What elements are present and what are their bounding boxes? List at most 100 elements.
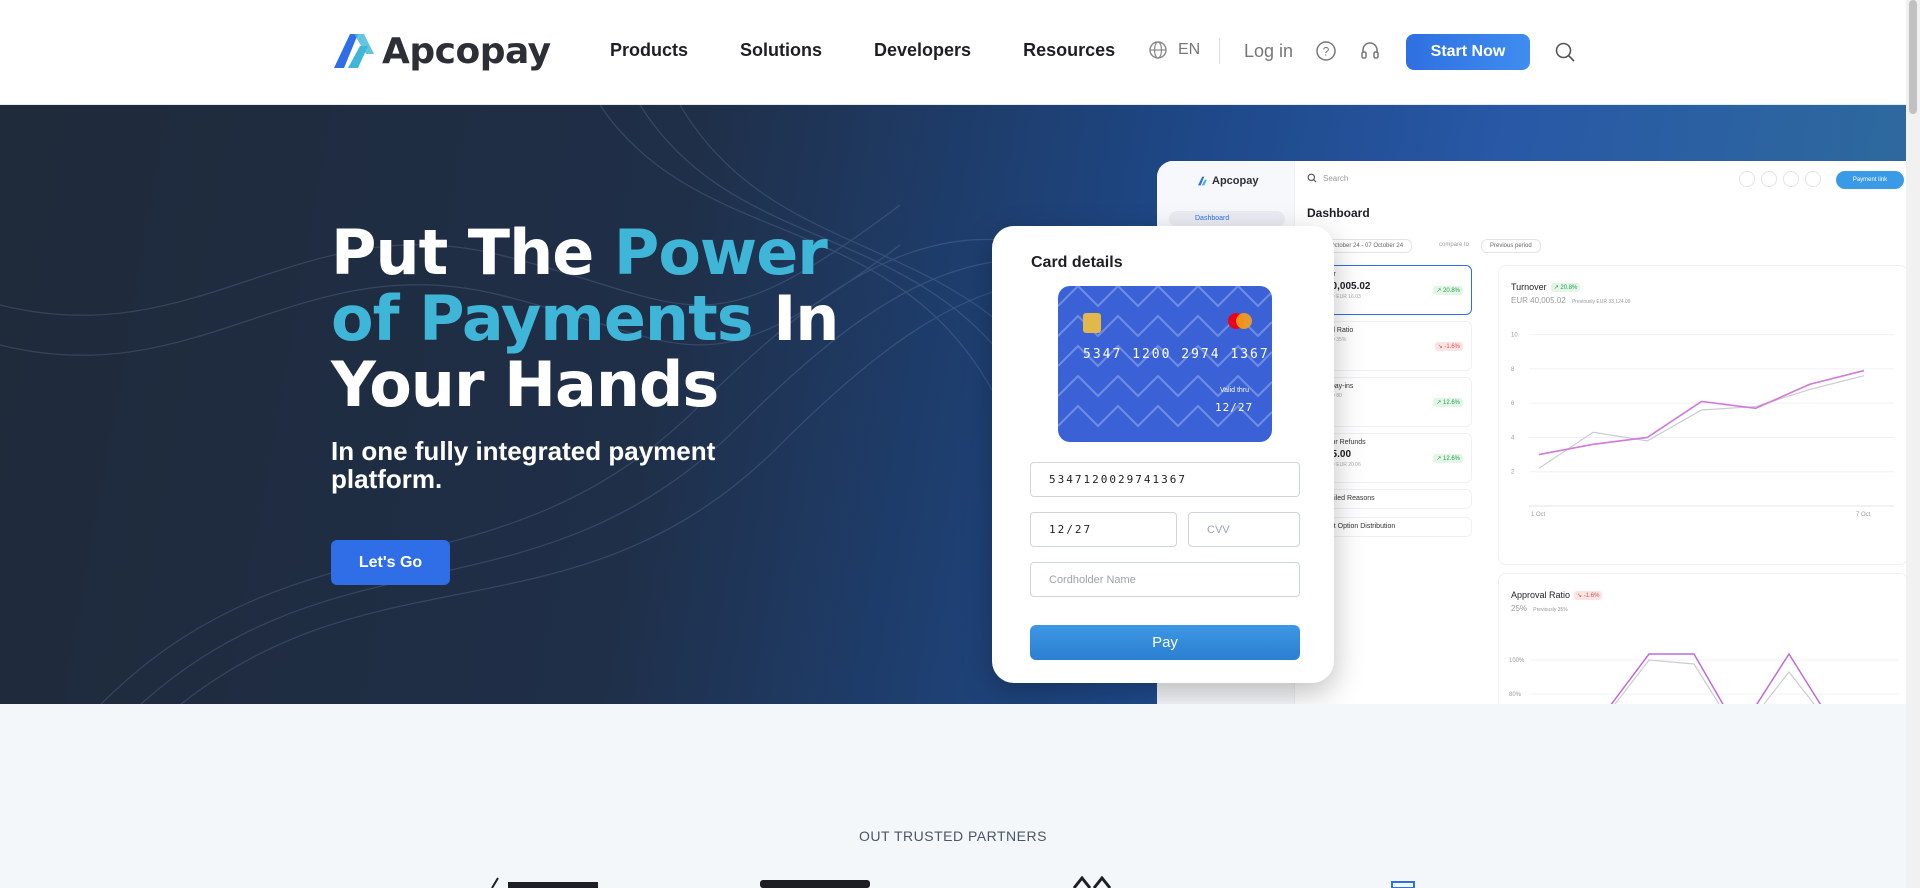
turnover-previous: Previously EUR 33,124.09 bbox=[1571, 299, 1631, 305]
card-details-panel: Card details 5347 1200 2974 1367 Valid t… bbox=[992, 226, 1334, 683]
partner-logos-strip bbox=[491, 875, 1415, 888]
notification-icon bbox=[1761, 171, 1777, 187]
nav-solutions[interactable]: Solutions bbox=[740, 40, 822, 61]
dashboard-brand: Apcopay bbox=[1212, 175, 1259, 187]
metric-badge: ↗ 12.6% bbox=[1433, 398, 1463, 407]
language-code: EN bbox=[1178, 41, 1201, 58]
metric-badge: ↗ 20.8% bbox=[1433, 286, 1463, 295]
approval-chart: 100% 80% bbox=[1509, 652, 1899, 704]
cvv-field[interactable]: CVV bbox=[1188, 512, 1300, 547]
card-number-display: 5347 1200 2974 1367 bbox=[1083, 347, 1270, 362]
metric-badge: ↘ -1.6% bbox=[1434, 342, 1463, 351]
metric-label: s or Refunds bbox=[1326, 439, 1366, 446]
approval-value: 25% Previously 35% bbox=[1511, 604, 1568, 613]
dashboard-nav-item: Dashboard bbox=[1169, 211, 1285, 227]
approval-amount: 25% bbox=[1511, 604, 1528, 613]
partner-logo bbox=[491, 877, 499, 888]
metric-refunds: s or Refunds 35.00 usly EUR 20.06 ↗ 12.6… bbox=[1317, 433, 1472, 483]
dashboard-search: Search bbox=[1307, 173, 1348, 183]
card-number-field[interactable]: 5347120029741367 bbox=[1030, 462, 1300, 497]
metric-approval: val Ratio usly 35% ↘ -1.6% bbox=[1317, 321, 1472, 371]
globe-icon bbox=[1149, 41, 1167, 59]
turnover-y-tick: 10 bbox=[1511, 333, 1518, 339]
turnover-amount: EUR 40,005.02 bbox=[1511, 296, 1566, 305]
user-icon bbox=[1805, 171, 1821, 187]
approval-tick-80: 80% bbox=[1509, 692, 1522, 698]
cardholder-name-field[interactable]: Cordholder Name bbox=[1030, 562, 1300, 597]
compare-label: compare to bbox=[1439, 242, 1470, 248]
lets-go-button[interactable]: Let's Go bbox=[331, 540, 450, 585]
dashboard-logo: Apcopay bbox=[1197, 175, 1258, 187]
dashboard-toolbar-icons bbox=[1739, 171, 1821, 187]
site-header: Apcopay Products Solutions Developers Re… bbox=[0, 0, 1906, 105]
date-range: October 24 - 07 October 24 bbox=[1321, 239, 1413, 253]
page-scrollbar[interactable] bbox=[1906, 0, 1920, 888]
partner-logo bbox=[1391, 881, 1415, 888]
turnover-y-tick: 2 bbox=[1511, 470, 1515, 476]
search-icon[interactable] bbox=[1554, 41, 1576, 63]
metric-badge: ↗ 12.6% bbox=[1433, 454, 1463, 463]
approval-panel: Approval Ratio ↘ -1.6% 25% Previously 35… bbox=[1498, 573, 1906, 704]
card-pattern bbox=[1058, 286, 1272, 428]
period-select: Previous period bbox=[1481, 239, 1541, 253]
credit-card-preview: 5347 1200 2974 1367 Valid thru 12/27 bbox=[1058, 286, 1272, 442]
card-details-title: Card details bbox=[1031, 254, 1123, 271]
metric-label: ver bbox=[1326, 271, 1463, 278]
payment-link-button: Payment link bbox=[1836, 171, 1904, 189]
turnover-y-tick: 4 bbox=[1511, 435, 1515, 441]
turnover-y-tick: 6 bbox=[1511, 401, 1515, 407]
hero-subtitle: In one fully integrated payment platform… bbox=[331, 436, 716, 494]
card-chip-icon bbox=[1083, 313, 1101, 333]
partner-logo bbox=[1072, 875, 1112, 888]
nav-developers[interactable]: Developers bbox=[874, 40, 971, 61]
dashboard-title: Dashboard bbox=[1307, 206, 1370, 220]
settings-icon bbox=[1783, 171, 1799, 187]
header-divider bbox=[1219, 38, 1220, 64]
turnover-x-tick: 7 Oct bbox=[1856, 512, 1871, 518]
metric-turnover: ver 40,005.02 usly EUR 16.03 ↗ 20.8% bbox=[1317, 265, 1472, 315]
valid-thru-label: Valid thru bbox=[1220, 387, 1250, 394]
hero-title: Put The Power of Payments In Your Hands bbox=[331, 220, 891, 418]
help-icon[interactable]: ? bbox=[1315, 40, 1337, 62]
approval-badge: ↘ -1.6% bbox=[1574, 590, 1603, 600]
metric-failed-reasons: Failed Reasons bbox=[1317, 489, 1472, 509]
dashboard-search-placeholder: Search bbox=[1323, 173, 1349, 183]
scrollbar-thumb[interactable] bbox=[1909, 0, 1917, 114]
turnover-chart: 10 8 6 4 2 1 Oct 7 Oct bbox=[1511, 333, 1894, 518]
approval-series-previous bbox=[1614, 659, 1815, 704]
pay-button[interactable]: Pay bbox=[1030, 625, 1300, 660]
metric-payins: l' pay-ins usly 80 ↗ 12.6% bbox=[1317, 377, 1472, 427]
partner-logo bbox=[760, 880, 870, 888]
metric-label: val Ratio bbox=[1326, 327, 1354, 334]
turnover-y-tick: 8 bbox=[1511, 367, 1515, 373]
turnover-series-current bbox=[1538, 369, 1865, 456]
turnover-x-tick: 1 Oct bbox=[1531, 512, 1546, 518]
partner-logo bbox=[508, 882, 598, 888]
mastercard-icon bbox=[1228, 313, 1252, 329]
approval-title: Approval Ratio ↘ -1.6% bbox=[1511, 590, 1603, 600]
approval-tick-100: 100% bbox=[1509, 658, 1525, 664]
metric-label: l' pay-ins bbox=[1326, 383, 1354, 390]
hero-title-part1: Put The bbox=[331, 216, 614, 289]
turnover-value: EUR 40,005.02 Previously EUR 33,124.09 bbox=[1511, 296, 1631, 305]
metric-label: Failed Reasons bbox=[1326, 495, 1375, 502]
approval-previous: Previously 35% bbox=[1533, 607, 1568, 613]
turnover-title: Turnover ↗ 20.8% bbox=[1511, 282, 1581, 292]
brand-logo[interactable]: Apcopay bbox=[330, 28, 551, 74]
partners-heading: OUT TRUSTED PARTNERS bbox=[859, 828, 1047, 844]
main-nav: Products Solutions Developers Resources bbox=[610, 40, 1115, 61]
card-expiry-display: 12/27 bbox=[1215, 401, 1254, 414]
metric-label: ent Option Distribution bbox=[1326, 523, 1396, 530]
start-now-button[interactable]: Start Now bbox=[1406, 34, 1530, 70]
headset-icon[interactable] bbox=[1359, 40, 1381, 62]
language-selector[interactable]: EN bbox=[1148, 40, 1200, 60]
toolbar-icon bbox=[1739, 171, 1755, 187]
nav-products[interactable]: Products bbox=[610, 40, 688, 61]
brand-name: Apcopay bbox=[382, 30, 551, 72]
svg-text:?: ? bbox=[1323, 45, 1330, 59]
login-link[interactable]: Log in bbox=[1244, 41, 1293, 62]
nav-resources[interactable]: Resources bbox=[1023, 40, 1115, 61]
hero-section: Put The Power of Payments In Your Hands … bbox=[0, 105, 1906, 704]
apcopay-logo-icon bbox=[334, 34, 374, 68]
expiry-field[interactable]: 12/27 bbox=[1030, 512, 1177, 547]
